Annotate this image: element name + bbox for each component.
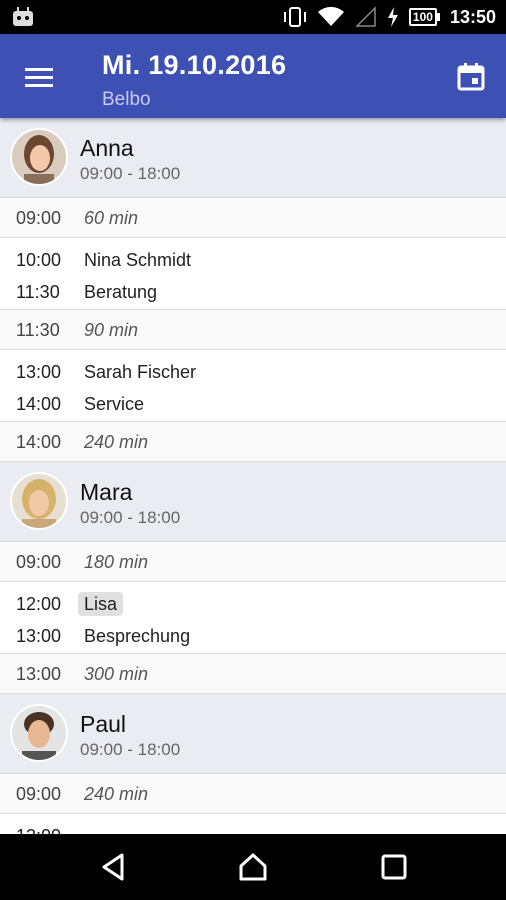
appointment-start: 13:00 [16,362,62,382]
customer-chip[interactable]: Lisa [78,592,124,616]
employee-header-paul[interactable]: Paul 09:00 - 18:00 [0,694,506,774]
page-subtitle: Belbo [102,89,151,110]
status-time: 13:50 [449,6,496,27]
employee-header-mara[interactable]: Mara 09:00 - 18:00 [0,462,506,542]
free-slot[interactable]: 11:30 90 min [0,310,506,350]
status-bar: 100 13:50 [0,0,506,34]
slot-duration: 60 min [84,208,139,228]
slot-duration: 180 min [84,552,149,572]
appointment[interactable]: 13:00 Sarah Fischer 14:00 Service [0,350,506,422]
appointment[interactable]: 10:00 Nina Schmidt 11:30 Beratung [0,238,506,310]
avatar [10,128,68,186]
battery-icon: 100 [408,8,440,26]
navigation-bar [0,834,506,900]
appointment-customer: Nina Schmidt [84,250,192,270]
employee-name: Paul [80,711,127,737]
home-icon[interactable] [237,851,269,883]
recent-apps-icon[interactable] [378,851,410,883]
calendar-icon[interactable] [454,60,488,94]
free-slot[interactable]: 09:00 60 min [0,198,506,238]
appointment-start: 13:00 [16,826,61,834]
appointment-start: 10:00 [16,250,62,270]
free-slot[interactable]: 09:00 240 min [0,774,506,814]
battery-level: 100 [408,8,437,26]
slot-duration: 240 min [84,432,149,452]
slot-duration: 240 min [84,784,149,804]
page-title: Mi. 19.10.2016 [102,50,287,80]
appointment[interactable]: 12:00 Lisa 13:00 Besprechung [0,582,506,654]
schedule-list[interactable]: Anna 09:00 - 18:00 09:00 60 min 10:00 Ni… [0,118,506,834]
free-slot[interactable]: 13:00 300 min [0,654,506,694]
appointment-service: Beratung [84,282,158,302]
appointment-end: 14:00 [16,394,62,414]
appointment-service: Service [84,394,145,414]
back-icon[interactable] [98,851,130,883]
appointment-start: 12:00 [16,594,62,614]
appointment[interactable]: 13:00 [0,814,506,834]
appointment-end: 13:00 [16,626,62,646]
appointment-service: Besprechung [84,626,191,646]
slot-duration: 300 min [84,664,149,684]
appointment-customer: Sarah Fischer [84,362,197,382]
menu-icon[interactable] [22,60,56,94]
signal-icon [355,6,376,27]
slot-time: 14:00 [16,432,62,452]
slot-time: 13:00 [16,664,62,684]
employee-name: Anna [80,135,134,161]
slot-time: 11:30 [16,320,60,340]
wifi-icon [317,6,344,26]
slot-time: 09:00 [16,552,62,572]
employee-hours: 09:00 - 18:00 [80,508,181,527]
app-bar: Mi. 19.10.2016 Belbo [0,34,506,118]
employee-hours: 09:00 - 18:00 [80,740,181,759]
avatar [10,704,68,762]
appointment-end: 11:30 [16,282,60,302]
avatar [10,472,68,530]
charging-icon [387,7,398,27]
employee-header-anna[interactable]: Anna 09:00 - 18:00 [0,118,506,198]
slot-time: 09:00 [16,784,62,804]
free-slot[interactable]: 14:00 240 min [0,422,506,462]
employee-hours: 09:00 - 18:00 [80,164,181,183]
vibrate-icon [283,7,306,27]
slot-time: 09:00 [16,208,62,228]
employee-name: Mara [80,479,133,505]
appointment-customer: Lisa [78,592,124,616]
slot-duration: 90 min [84,320,139,340]
android-notification-icon [13,7,33,26]
free-slot[interactable]: 09:00 180 min [0,542,506,582]
